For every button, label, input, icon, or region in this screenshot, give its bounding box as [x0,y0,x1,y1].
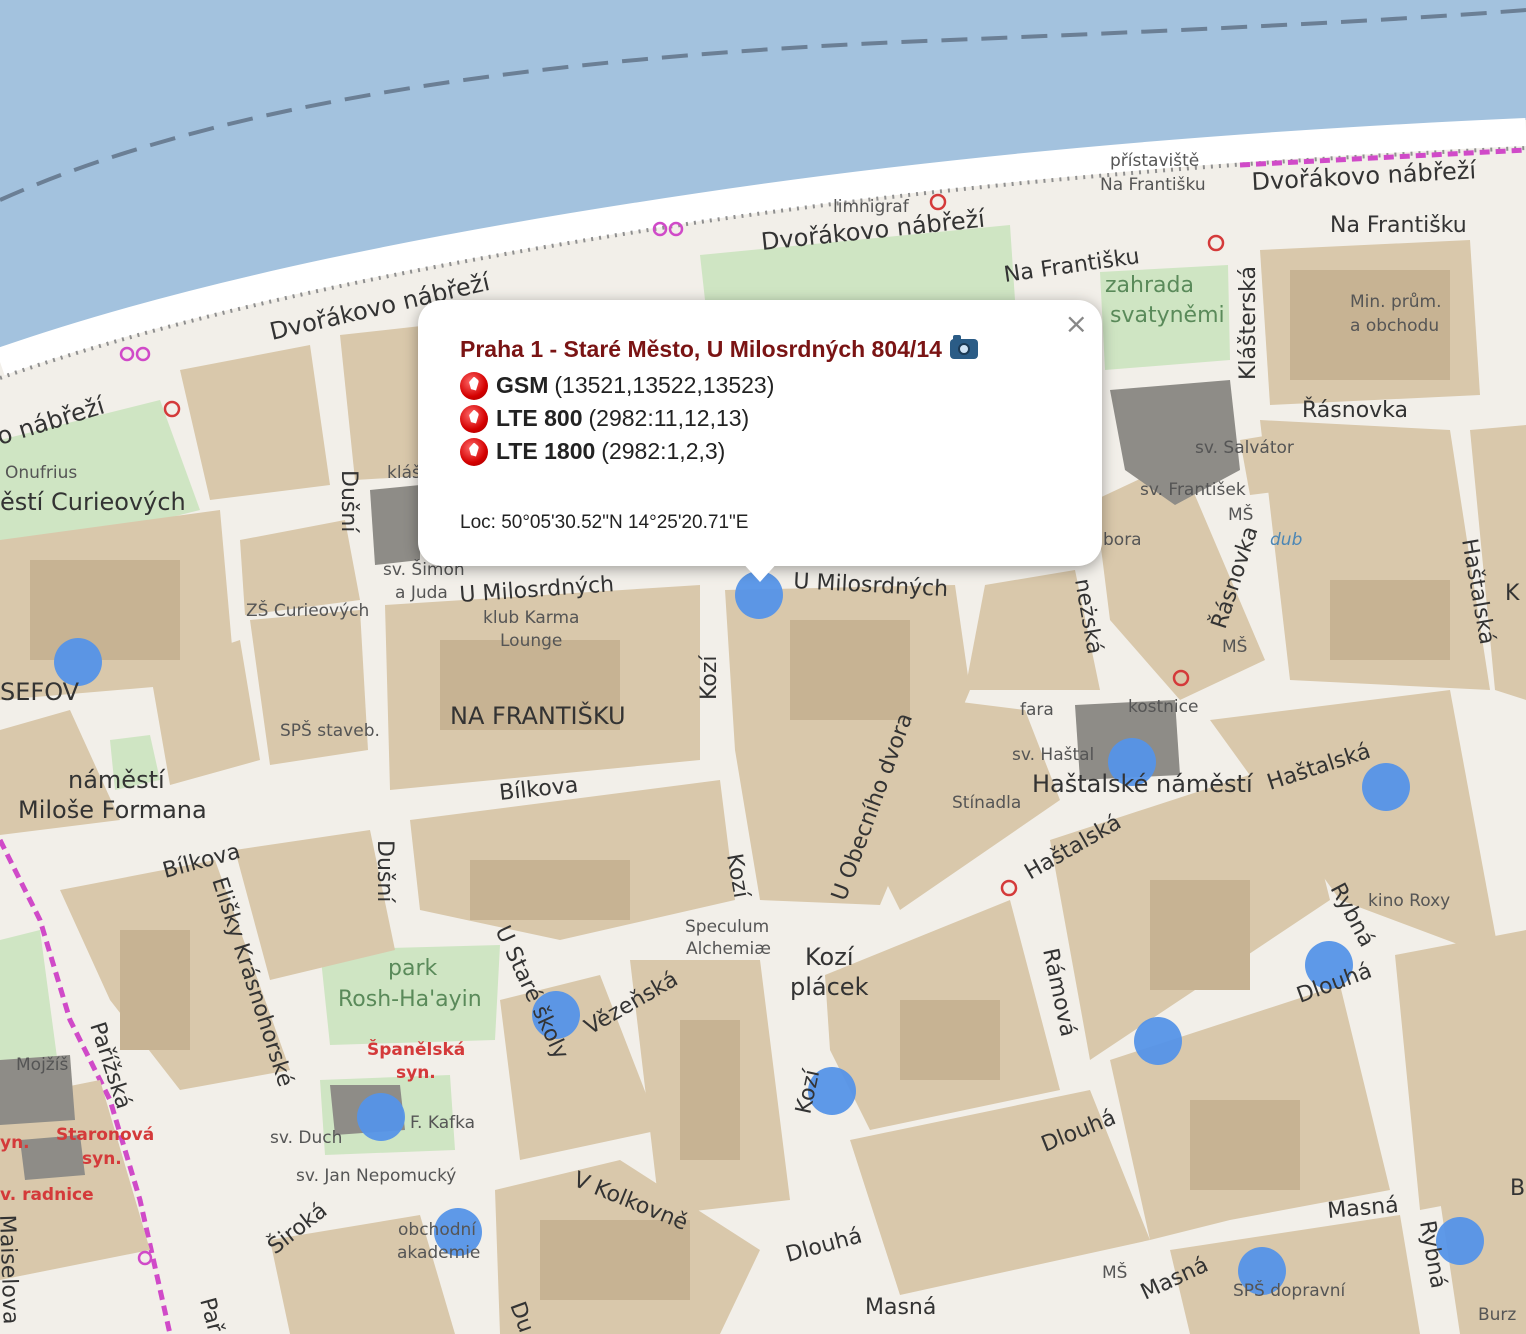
close-icon[interactable]: × [1065,310,1088,338]
svg-text:Onufrius: Onufrius [5,463,77,483]
svg-text:Burz: Burz [1478,1305,1516,1325]
svg-text:dub: dub [1270,530,1302,550]
cell-site-marker[interactable] [1134,1017,1182,1065]
svg-text:Dušní: Dušní [372,840,397,903]
svg-text:park: park [388,956,437,981]
svg-text:bora: bora [1103,530,1142,550]
svg-text:akademie: akademie [397,1243,480,1263]
svg-text:Min. prům.: Min. prům. [1350,292,1442,312]
svg-text:Kozí: Kozí [697,655,722,700]
svg-text:Španělská: Španělská [367,1038,465,1060]
svg-text:kostnice: kostnice [1128,697,1198,717]
svg-text:K: K [1505,581,1520,606]
svg-text:kino Roxy: kino Roxy [1368,891,1450,911]
vodafone-icon [460,404,488,433]
svg-text:syn.: syn. [82,1149,122,1169]
svg-text:MŠ: MŠ [1102,1261,1127,1283]
svg-text:plácek: plácek [790,973,869,1001]
svg-text:Rosh-Ha'ayin: Rosh-Ha'ayin [338,987,482,1012]
svg-text:v. radnice: v. radnice [0,1185,94,1205]
svg-text:Masná: Masná [865,1295,936,1320]
svg-text:Kozí: Kozí [805,943,855,971]
svg-text:Na Františku: Na Františku [1330,213,1467,238]
map-canvas[interactable]: přístaviště Na Františku Dvořákovo nábře… [0,0,1526,1334]
svg-text:Dušní: Dušní [336,470,361,533]
popup-row-gsm: GSM (13521,13522,13523) [460,369,1060,402]
svg-text:kláš: kláš [387,463,421,483]
svg-text:sv. Jan Nepomucký: sv. Jan Nepomucký [296,1166,456,1186]
svg-text:Mojžíš: Mojžíš [16,1055,68,1075]
svg-text:Na Františku: Na Františku [1100,175,1206,195]
svg-text:F. Kafka: F. Kafka [410,1113,475,1133]
svg-text:MŠ: MŠ [1228,503,1253,525]
svg-text:SEFOV: SEFOV [0,678,80,706]
cell-site-marker[interactable] [1362,763,1410,811]
cell-site-marker[interactable] [357,1093,405,1141]
svg-text:NA FRANTIŠKU: NA FRANTIŠKU [450,700,626,730]
svg-text:náměstí: náměstí [68,766,166,794]
svg-text:Stínadla: Stínadla [952,793,1021,813]
svg-text:zahrada: zahrada [1105,273,1194,298]
popup-row-lte800: LTE 800 (2982:11,12,13) [460,402,1060,435]
svg-text:přístaviště: přístaviště [1110,151,1199,171]
svg-text:a obchodu: a obchodu [1350,316,1439,336]
svg-text:syn.: syn. [396,1063,436,1083]
popup-title: Praha 1 - Staré Město, U Milosrdných 804… [460,335,1060,363]
svg-text:Řásnovka: Řásnovka [1302,397,1408,423]
svg-text:sv. Haštal: sv. Haštal [1012,745,1094,765]
svg-text:SPŠ staveb.: SPŠ staveb. [280,719,380,741]
svg-text:Staronová: Staronová [56,1125,154,1145]
svg-text:Haštalské náměstí: Haštalské náměstí [1032,770,1254,798]
cell-site-popup[interactable]: × Praha 1 - Staré Město, U Milosrdných 8… [418,300,1102,566]
svg-text:limnigraf: limnigraf [833,197,910,217]
vodafone-icon [460,437,488,466]
svg-text:sv. František: sv. František [1140,480,1246,500]
popup-row-lte1800: LTE 1800 (2982:1,2,3) [460,435,1060,468]
svg-text:Lounge: Lounge [500,631,562,651]
svg-text:Maiselova: Maiselova [0,1214,23,1324]
svg-text:ZŠ Curieových: ZŠ Curieových [246,599,369,621]
vodafone-icon [460,371,488,400]
svg-text:B: B [1510,1176,1525,1201]
svg-text:svatyněmi: svatyněmi [1110,303,1225,328]
popup-location: Loc: 50°05'30.52"N 14°25'20.71"E [460,512,749,533]
svg-text:Speculum: Speculum [685,917,769,937]
svg-text:sv. Salvátor: sv. Salvátor [1195,438,1294,458]
svg-text:klub Karma: klub Karma [483,608,579,628]
svg-text:a Juda: a Juda [395,583,448,603]
svg-text:obchodní: obchodní [398,1220,477,1240]
svg-text:yn.: yn. [0,1133,30,1153]
svg-text:MŠ: MŠ [1222,635,1247,657]
svg-text:Alchemiæ: Alchemiæ [686,939,771,959]
svg-text:Miloše Formana: Miloše Formana [18,796,207,824]
svg-text:ěstí Curieových: ěstí Curieových [0,488,186,516]
svg-text:sv. Duch: sv. Duch [270,1128,342,1148]
camera-icon[interactable] [949,335,978,359]
svg-text:Klášterská: Klášterská [1236,266,1261,380]
popup-tip [740,560,780,582]
svg-text:SPŠ dopravní: SPŠ dopravní [1233,1279,1346,1301]
svg-text:fara: fara [1020,700,1054,720]
